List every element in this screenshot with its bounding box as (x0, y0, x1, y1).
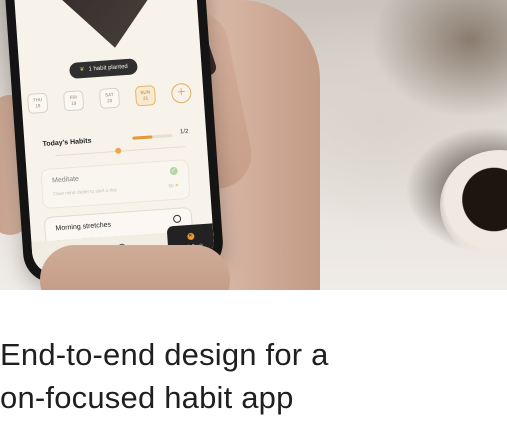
check-icon[interactable]: ✓ (169, 166, 179, 176)
points-value: 50 (168, 183, 174, 189)
habit-progress-fill (132, 135, 153, 140)
divider (55, 146, 186, 157)
day-number: 20 (107, 98, 113, 104)
sun-icon (115, 147, 122, 154)
day-sat[interactable]: SAT 20 (98, 87, 121, 109)
incomplete-circle-icon[interactable] (172, 214, 182, 224)
day-number: 19 (71, 100, 77, 106)
push-back-icon: ✕ (186, 232, 195, 241)
day-number: 21 (142, 95, 149, 101)
habit-card-meditate[interactable]: Meditate Clear mind clutter to start a d… (40, 158, 191, 210)
phone-mockup: ❦ 1 habit planted THU 18 FRI 19 SAT 20 SU… (3, 0, 225, 285)
sprout-icon: ❦ (79, 66, 85, 74)
star-icon: ✸ (174, 182, 179, 188)
phone-screen: ❦ 1 habit planted THU 18 FRI 19 SAT 20 SU… (12, 0, 216, 276)
plant-art (33, 0, 178, 53)
day-number: 18 (35, 103, 41, 109)
todays-habits-title: Today's Habits (42, 137, 92, 149)
day-fri[interactable]: FRI 19 (62, 90, 85, 112)
day-selector: THU 18 FRI 19 SAT 20 SUN 21 + (21, 81, 212, 116)
habit-title: Meditate (51, 175, 80, 185)
habit-progress-bar (132, 133, 173, 140)
day-sun[interactable]: SUN 21 (134, 85, 157, 107)
habit-title: Morning stretches (55, 221, 112, 233)
habit-progress-count: 1/2 (179, 128, 189, 136)
caption-line-2: on-focused habit app (0, 380, 294, 415)
caption-line-1: End-to-end design for a (0, 337, 329, 372)
day-thu[interactable]: THU 18 (27, 92, 49, 114)
add-habit-button[interactable]: + (170, 82, 193, 104)
finger-bottom (40, 245, 230, 290)
coffee-cup (440, 150, 507, 260)
habit-planted-label: 1 habit planted (88, 63, 129, 73)
project-caption: End-to-end design for a on-focused habit… (0, 333, 507, 419)
habit-planted-pill: ❦ 1 habit planted (68, 58, 139, 79)
habit-subtitle: Clear mind clutter to start a day (52, 186, 117, 197)
habit-points: 50 ✸ (168, 183, 179, 190)
hero-photo: ❦ 1 habit planted THU 18 FRI 19 SAT 20 SU… (0, 0, 507, 290)
